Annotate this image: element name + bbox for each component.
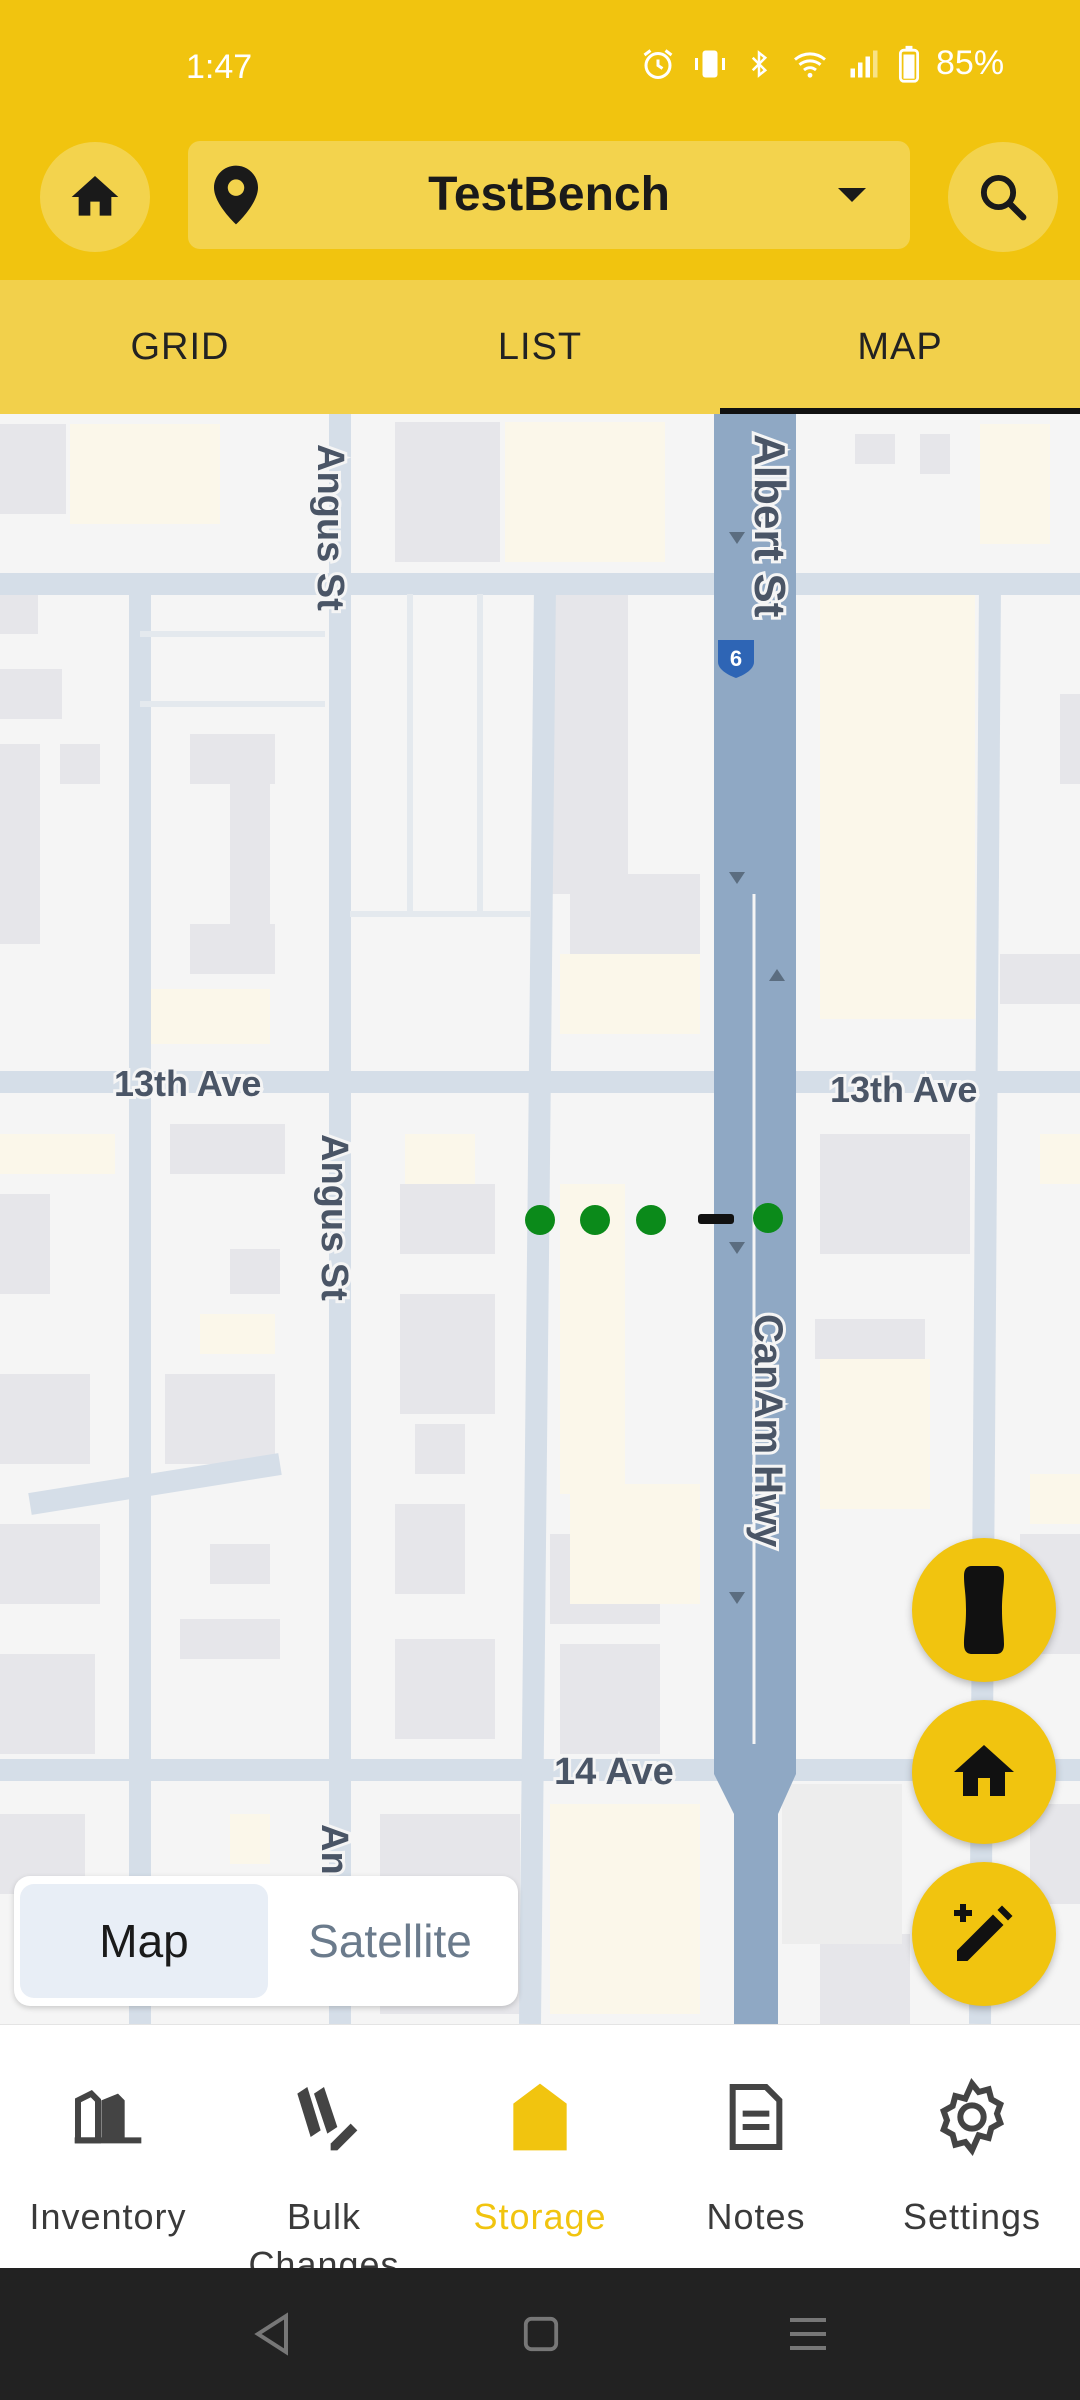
home-icon — [71, 176, 119, 216]
nav-label: Storage — [473, 2196, 607, 2237]
street-label-albert: Albert St — [745, 434, 794, 618]
map-type-map-button[interactable]: Map — [20, 1884, 268, 1998]
map-type-satellite-button[interactable]: Satellite — [268, 1884, 512, 1998]
wifi-icon — [794, 51, 826, 78]
battery-icon — [898, 45, 920, 83]
search-button[interactable] — [948, 142, 1058, 252]
hatched-area — [782, 1784, 902, 1944]
nav-label: Settings — [902, 2196, 1042, 2237]
map-type-toggle: Map Satellite — [14, 1876, 518, 2006]
car-button[interactable] — [912, 1538, 1056, 1682]
street-label-angus-bottom: An — [313, 1824, 355, 1875]
nav-item-settings[interactable]: Settings — [864, 2025, 1080, 2269]
street-label-13th-ave-right: 13th Ave — [830, 1069, 977, 1110]
nav-item-storage[interactable]: Storage — [432, 2025, 648, 2269]
view-tabs: GRID LIST MAP — [0, 280, 1080, 414]
nav-item-inventory[interactable]: Inventory — [0, 2025, 216, 2269]
tab-list[interactable]: LIST — [360, 280, 720, 414]
gear-icon — [939, 2077, 1005, 2157]
street-label-14-ave: 14 Ave — [554, 1751, 674, 1793]
street-label-angus-mid: Angus St — [313, 1134, 355, 1301]
storage-marker[interactable] — [636, 1205, 666, 1235]
bottom-navigation: Inventory Bulk Changes Storage Notes Set… — [0, 2024, 1080, 2285]
add-edit-icon — [954, 1904, 1013, 1961]
alarm-icon — [643, 48, 673, 79]
tab-map[interactable]: MAP — [720, 280, 1080, 414]
home-icon — [954, 1745, 1014, 1796]
storage-marker[interactable] — [580, 1205, 610, 1235]
bluetooth-icon — [751, 49, 768, 78]
shelf-icon — [74, 2090, 142, 2144]
add-edit-button[interactable] — [912, 1862, 1056, 2006]
route-number: 6 — [730, 646, 742, 671]
tab-grid[interactable]: GRID — [0, 280, 360, 414]
signal-icon — [850, 50, 878, 77]
storage-icon — [513, 2083, 567, 2151]
battery-percent: 85% — [936, 44, 1005, 82]
note-icon — [729, 2084, 783, 2150]
storage-marker[interactable] — [753, 1203, 783, 1233]
location-name: TestBench — [428, 168, 670, 221]
back-icon[interactable] — [252, 2312, 292, 2356]
nav-label: Inventory — [29, 2196, 187, 2237]
car-icon — [964, 1566, 1004, 1654]
recents-icon[interactable] — [788, 2316, 828, 2352]
nav-item-notes[interactable]: Notes — [648, 2025, 864, 2269]
street-label-13th-ave-left: 13th Ave — [114, 1063, 261, 1104]
status-icons: 85% — [640, 44, 1004, 83]
nav-label: Notes — [706, 2196, 806, 2237]
chevron-down-icon — [836, 185, 868, 210]
search-icon — [980, 174, 1027, 221]
street-label-canam: CanAm Hwy — [746, 1314, 790, 1548]
vibrate-icon — [695, 50, 725, 77]
home-button[interactable] — [40, 142, 150, 252]
home-location-button[interactable] — [912, 1700, 1056, 1844]
location-dropdown[interactable]: TestBench — [188, 141, 910, 249]
system-navigation-bar — [0, 2268, 1080, 2400]
home-nav-icon[interactable] — [522, 2314, 560, 2354]
status-time: 1:47 — [186, 48, 253, 86]
nav-item-bulk-changes[interactable]: Bulk Changes — [216, 2025, 432, 2285]
street-label-angus-top: Angus St — [309, 444, 351, 611]
storage-marker[interactable] — [525, 1205, 555, 1235]
marker-dash — [698, 1214, 734, 1224]
bulk-edit-icon — [297, 2087, 358, 2151]
